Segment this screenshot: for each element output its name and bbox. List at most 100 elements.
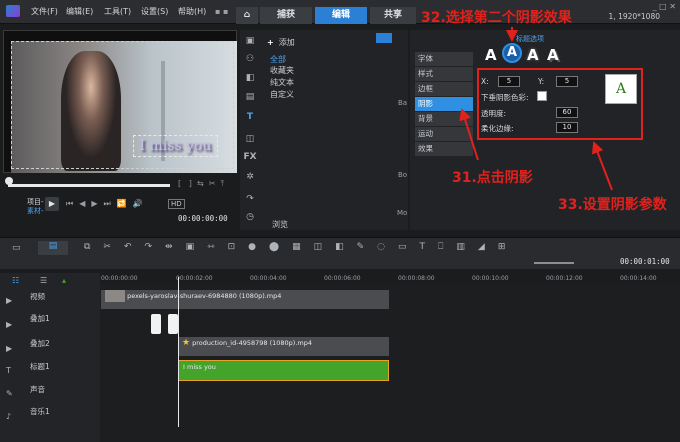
overlay2-track-icon: ▶ [6, 344, 13, 353]
overlay1-clip-b[interactable] [168, 314, 178, 334]
track-name-music1: 音乐1 [30, 407, 50, 416]
timeline-tool-icons[interactable]: ⧉✂↶↷⇹▣⇿⊡●⬤▦◫◧✎◌▭T⎕▥◢⊞ [84, 242, 518, 252]
fx-icon[interactable]: FX [240, 152, 260, 166]
tab-edit[interactable]: 编辑 [315, 7, 367, 24]
video-clip-label: pexels-yaroslav-shuraev-6984880 (1080p).… [127, 292, 282, 300]
preview-timecode[interactable]: 00:00:00:00 [178, 214, 228, 223]
scrubber-track[interactable] [8, 184, 170, 187]
track-manager-icon[interactable]: ☷ [12, 276, 19, 285]
title-options-label: 标题选项 [516, 35, 544, 43]
media-icon[interactable]: ▣ [240, 36, 260, 50]
video-clip-thumb [105, 290, 125, 302]
path-icon[interactable]: ✲ [240, 172, 260, 186]
zoom-slider[interactable] [534, 262, 574, 264]
tab-shadow[interactable]: 阴影 [415, 97, 473, 111]
track-name-voice: 声音 [30, 385, 45, 394]
library-item-plain-text[interactable]: 纯文本 [270, 77, 294, 88]
softness-input[interactable]: 10 [556, 122, 578, 133]
shadow-color-swatch[interactable] [537, 91, 547, 101]
plus-icon: + [267, 38, 274, 47]
menu-help[interactable]: 帮助(H) [178, 6, 206, 17]
library-panel [240, 30, 408, 230]
menu-file[interactable]: 文件(F) [31, 6, 58, 17]
overlay2-clip[interactable]: ★ production_id-4958798 (1080p).mp4 [178, 337, 389, 356]
title-track-icon: T [6, 366, 11, 375]
video-clip[interactable]: pexels-yaroslav-shuraev-6984880 (1080p).… [101, 290, 389, 309]
title-clip[interactable]: I miss you [178, 360, 389, 381]
ruler-tick-4: 00:00:04:00 [250, 275, 287, 282]
annotation-step32: 32.选择第二个阴影效果 [421, 10, 572, 26]
menu-settings[interactable]: 设置(S) [141, 6, 168, 17]
add-button[interactable]: + 添加 [267, 37, 295, 48]
ruler-tick-2: 00:00:02:00 [176, 275, 213, 282]
transition-icon[interactable]: ◧ [240, 73, 260, 87]
clock-icon[interactable]: ◷ [240, 212, 260, 226]
storyboard-view-icon[interactable]: ▭ [12, 243, 21, 253]
tab-background[interactable]: 背景 [415, 112, 473, 126]
shadow-style-glow[interactable]: A [527, 46, 539, 64]
y-offset-input[interactable]: 5 [556, 76, 578, 87]
track-headers [0, 273, 100, 442]
shadow-style-drop[interactable]: A [502, 43, 522, 63]
transport-controls[interactable]: ⏮◀▶⏭🔁🔊 [66, 199, 149, 209]
tab-motion[interactable]: 运动 [415, 127, 473, 141]
shadow-style-extrude[interactable]: A [547, 46, 559, 64]
tab-share[interactable]: 共享 [370, 7, 416, 24]
ruler-tick-12: 00:00:12:00 [546, 275, 583, 282]
hd-badge[interactable]: HD [168, 199, 185, 209]
track-name-title1: 标题1 [30, 362, 50, 371]
library-side-letter-ba: Ba [398, 99, 408, 107]
track-name-overlay2: 叠加2 [30, 339, 50, 348]
app-logo-icon [6, 5, 20, 17]
track-list-icon[interactable]: ☰ [40, 276, 47, 285]
softness-label: 柔化边缘: [481, 124, 514, 133]
preview-title-text[interactable]: I miss you [133, 135, 218, 157]
play-button[interactable]: ▶ [45, 197, 59, 211]
motion-path-icon[interactable]: ↷ [240, 194, 260, 208]
timeline-playhead[interactable] [178, 277, 179, 427]
title-library-thumb[interactable] [376, 33, 392, 43]
annotation-step31: 31.点击阴影 [452, 170, 533, 186]
x-offset-input[interactable]: 5 [498, 76, 520, 87]
tab-home[interactable]: ⌂ [236, 7, 258, 24]
library-side-letter-bo: Bo [398, 171, 408, 179]
ruler-tick-14: 00:00:14:00 [620, 275, 657, 282]
toolbar-icons: ▪ ▪ [215, 7, 229, 16]
ruler-tick-10: 00:00:10:00 [472, 275, 509, 282]
library-item-custom[interactable]: 自定义 [270, 89, 294, 100]
timeline-view-icon[interactable]: ▤ [38, 241, 68, 255]
music-track-icon: ♪ [6, 412, 12, 421]
timeline-timecode[interactable]: 00:00:01:00 [620, 257, 670, 266]
opacity-input[interactable]: 60 [556, 107, 578, 118]
overlay1-clip-a[interactable] [151, 314, 161, 334]
tab-font[interactable]: 字体 [415, 52, 473, 66]
annotation-step33: 33.设置阴影参数 [558, 197, 667, 213]
clip-mode-label[interactable]: 素材- [27, 206, 44, 216]
tab-effects[interactable]: 效果 [415, 142, 473, 156]
library-item-favorites[interactable]: 收藏夹 [270, 65, 294, 76]
menu-edit[interactable]: 编辑(E) [66, 6, 93, 17]
tab-border[interactable]: 边框 [415, 82, 473, 96]
shadow-style-none[interactable]: A [485, 46, 497, 64]
title-clip-label: I miss you [183, 363, 216, 371]
resolution-label: 1, 1920*1080 [608, 12, 660, 21]
home-icon: ⌂ [243, 10, 251, 20]
star-icon: ★ [182, 338, 191, 348]
tab-capture[interactable]: 捕获 [260, 7, 312, 24]
add-label: 添加 [278, 38, 295, 47]
shadow-preview-box: A [605, 74, 637, 104]
library-item-all[interactable]: 全部 [270, 54, 286, 65]
decoration-icon[interactable]: ◫ [240, 134, 260, 148]
browse-button[interactable]: 浏览 [272, 219, 288, 230]
instant-project-icon[interactable]: ⚇ [240, 54, 260, 68]
menu-tools[interactable]: 工具(T) [104, 6, 131, 17]
title-tool-icon[interactable]: T [240, 112, 260, 126]
tab-style[interactable]: 样式 [415, 67, 473, 81]
ruler-tick-8: 00:00:08:00 [398, 275, 435, 282]
trim-markers[interactable]: [ ] ⇆ ✂ ⤒ [178, 179, 224, 189]
fx-filter-icon[interactable]: ▤ [240, 92, 260, 106]
title-bar: 文件(F) 编辑(E) 工具(T) 设置(S) 帮助(H) ▪ ▪ ⌂ 捕获 编… [0, 0, 680, 24]
playhead-marker-icon[interactable] [5, 177, 13, 185]
add-track-icon[interactable]: ▴ [62, 276, 66, 285]
window-controls[interactable]: _ □ ✕ [653, 2, 676, 11]
